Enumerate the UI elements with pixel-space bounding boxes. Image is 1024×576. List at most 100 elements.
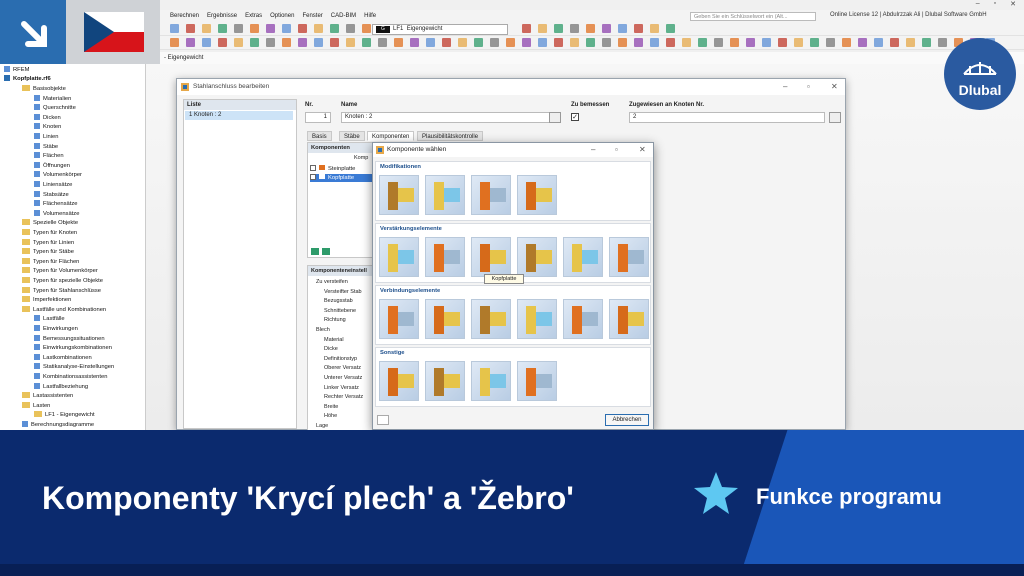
cancel-button[interactable]: Abbrechen xyxy=(605,414,649,426)
toolbar-tool-icon[interactable] xyxy=(602,24,611,33)
settings-row[interactable]: Schnittebene xyxy=(324,307,356,315)
toolbar-tool-icon[interactable] xyxy=(938,38,947,47)
maximize-icon[interactable]: ▫ xyxy=(994,0,996,10)
toolbar-tool-icon[interactable] xyxy=(714,38,723,47)
toolbar-tool-icon[interactable] xyxy=(570,38,579,47)
toolbar-tool-icon[interactable] xyxy=(186,38,195,47)
navigator-item[interactable]: Liniensätze xyxy=(34,181,72,190)
toolbar-tool-icon[interactable] xyxy=(266,38,275,47)
toolbar-tool-icon[interactable] xyxy=(730,38,739,47)
navigator-folder[interactable]: Typen für Flächen xyxy=(22,257,79,267)
search-icon[interactable] xyxy=(377,415,389,425)
settings-row[interactable]: Richtung xyxy=(324,316,346,324)
settings-row[interactable]: Höhe xyxy=(324,412,337,420)
toolbar-tool-icon[interactable] xyxy=(314,24,323,33)
settings-group[interactable]: Lage xyxy=(316,422,328,430)
component-row-selected[interactable]: Kopfplatte xyxy=(310,174,372,182)
toolbar-tool-icon[interactable] xyxy=(746,38,755,47)
component-tile[interactable] xyxy=(379,299,419,339)
navigator-folder[interactable]: Imperfektionen xyxy=(22,296,71,305)
settings-row[interactable]: Unterer Versatz xyxy=(324,374,362,382)
toolbar-tool-icon[interactable] xyxy=(634,24,643,33)
navigator-folder[interactable]: Typen für Stäbe xyxy=(22,248,74,257)
toolbar-tool-icon[interactable] xyxy=(698,38,707,47)
toolbar-tool-icon[interactable] xyxy=(538,24,547,33)
navigator-folder[interactable]: Basisobjekte xyxy=(22,85,66,94)
toolbar-tool-icon[interactable] xyxy=(474,38,483,47)
component-tile[interactable] xyxy=(425,175,465,215)
navigator-item[interactable]: Berechnungsdiagramme xyxy=(22,421,94,430)
close-icon[interactable]: ✕ xyxy=(1010,0,1016,10)
navigator-folder[interactable]: Lasten xyxy=(22,401,50,411)
component-tile[interactable] xyxy=(563,299,603,339)
toolbar-tool-icon[interactable] xyxy=(362,24,371,33)
toolbar-tool-icon[interactable] xyxy=(650,38,659,47)
settings-row[interactable]: Linker Versatz xyxy=(324,384,359,392)
menu-extras[interactable]: Extras xyxy=(245,13,262,19)
navigator-folder[interactable]: Typen für Linien xyxy=(22,238,74,248)
settings-row[interactable]: Definitionstyp xyxy=(324,355,357,363)
component-checkbox[interactable] xyxy=(310,174,316,180)
menu-hilfe[interactable]: Hilfe xyxy=(364,13,376,19)
keyword-search-input[interactable]: Geben Sie ein Schlüsselwort ein (Alt... xyxy=(690,12,816,21)
toolbar-tool-icon[interactable] xyxy=(682,38,691,47)
toolbar-tool-icon[interactable] xyxy=(170,38,179,47)
settings-row[interactable]: Bezugsstab xyxy=(324,297,353,305)
component-tile[interactable] xyxy=(379,361,419,401)
toolbar-tool-icon[interactable] xyxy=(554,24,563,33)
toolbar-tool-icon[interactable] xyxy=(266,24,275,33)
component-tile[interactable] xyxy=(471,175,511,215)
navigator-folder[interactable]: Lastfälle und Kombinationen xyxy=(22,305,106,315)
toolbar-tool-icon[interactable] xyxy=(298,24,307,33)
settings-row[interactable]: Oberer Versatz xyxy=(324,364,361,372)
component-tile[interactable] xyxy=(517,361,557,401)
zu-bemessen-checkbox[interactable]: ✓ xyxy=(571,113,579,121)
component-checkbox[interactable] xyxy=(310,165,316,171)
menu-cad-bim[interactable]: CAD-BIM xyxy=(331,13,356,19)
toolbar-tool-icon[interactable] xyxy=(490,38,499,47)
zugewiesen-field[interactable]: 2 xyxy=(629,112,825,123)
navigator-item[interactable]: Dicken xyxy=(34,113,61,123)
navigator-item[interactable]: Lastfälle xyxy=(34,315,65,324)
navigator-item[interactable]: Flächensätze xyxy=(34,200,77,209)
toolbar-tool-icon[interactable] xyxy=(202,24,211,33)
navigator-folder[interactable]: LF1 - Eigengewicht xyxy=(34,411,95,420)
navigator-item[interactable]: Einwirkungskombinationen xyxy=(34,344,112,353)
tab-staebe[interactable]: Stäbe xyxy=(339,131,365,141)
load-case-dropdown[interactable]: G LF1 Eigengewicht xyxy=(372,24,508,35)
settings-row[interactable]: Versteifter Stab xyxy=(324,288,362,296)
toolbar-tool-icon[interactable] xyxy=(506,38,515,47)
close-icon[interactable]: ✕ xyxy=(831,82,838,91)
toolbar-tool-icon[interactable] xyxy=(170,24,179,33)
toolbar-tool-icon[interactable] xyxy=(442,38,451,47)
toolbar-tool-icon[interactable] xyxy=(282,24,291,33)
toolbar-tool-icon[interactable] xyxy=(538,38,547,47)
toolbar-tool-icon[interactable] xyxy=(842,38,851,47)
copy-component-icon[interactable] xyxy=(322,248,330,255)
navigator-folder[interactable]: Spezielle Objekte xyxy=(22,219,78,228)
navigator-item[interactable]: Linien xyxy=(34,133,58,142)
toolbar-tool-icon[interactable] xyxy=(826,38,835,47)
pick-node-icon[interactable] xyxy=(829,112,841,123)
navigator-item[interactable]: Bemessungssituationen xyxy=(34,334,105,344)
navigator-folder[interactable]: Typen für Knoten xyxy=(22,229,77,238)
navigator-folder[interactable]: Lastassistenten xyxy=(22,392,73,401)
toolbar-tool-icon[interactable] xyxy=(810,38,819,47)
navigator-item[interactable]: Volumenkörper xyxy=(34,171,82,180)
component-tile[interactable] xyxy=(563,237,603,277)
minimize-icon[interactable]: – xyxy=(783,82,787,91)
toolbar-tool-icon[interactable] xyxy=(922,38,931,47)
toolbar-tool-icon[interactable] xyxy=(586,38,595,47)
component-tile[interactable] xyxy=(471,299,511,339)
maximize-icon[interactable]: ▫ xyxy=(615,145,618,154)
toolbar-tool-icon[interactable] xyxy=(586,24,595,33)
name-field[interactable]: Knoten : 2 xyxy=(341,112,561,123)
add-component-icon[interactable] xyxy=(311,248,319,255)
component-tile[interactable] xyxy=(379,237,419,277)
toolbar-tool-icon[interactable] xyxy=(570,24,579,33)
navigator-item[interactable]: Flächen xyxy=(34,152,64,161)
toolbar-tool-icon[interactable] xyxy=(202,38,211,47)
toolbar-tool-icon[interactable] xyxy=(874,38,883,47)
toolbar-tool-icon[interactable] xyxy=(394,38,403,47)
toolbar-tool-icon[interactable] xyxy=(250,38,259,47)
